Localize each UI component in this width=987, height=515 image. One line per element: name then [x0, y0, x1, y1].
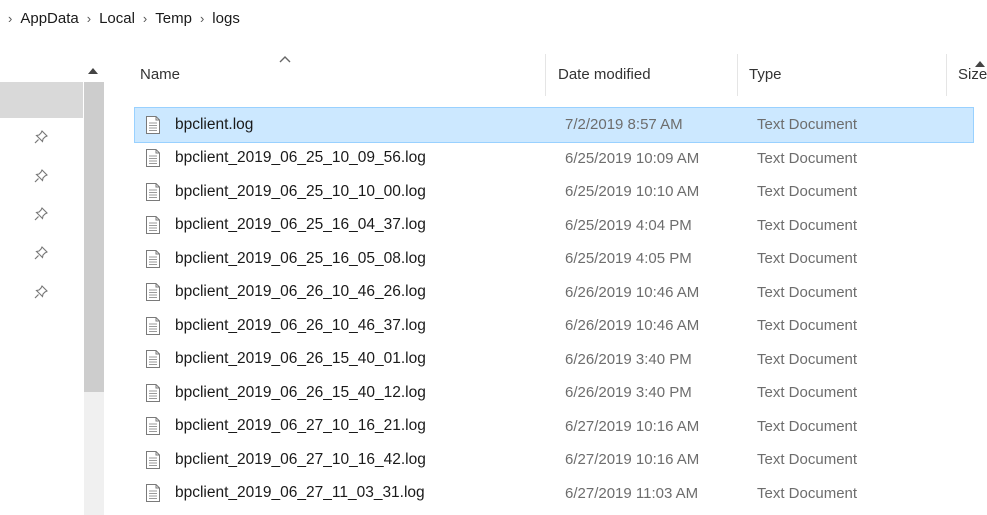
column-divider[interactable]: [545, 54, 546, 96]
nav-scrollbar[interactable]: [84, 82, 104, 515]
column-divider[interactable]: [946, 54, 947, 96]
text-document-icon: [146, 115, 160, 134]
column-header: Name Date modified Type Size: [130, 54, 987, 96]
scroll-up-arrow-icon[interactable]: [84, 62, 102, 80]
address-bar[interactable]: › AppData › Local › Temp › logs: [0, 0, 987, 36]
text-document-icon: [146, 450, 160, 469]
text-document-icon: [146, 249, 160, 268]
file-row[interactable]: bpclient_2019_06_26_15_40_12.log 6/26/201…: [135, 376, 973, 410]
file-name: bpclient_2019_06_25_16_04_37.log: [175, 216, 426, 234]
file-type: Text Document: [757, 384, 858, 402]
file-type: Text Document: [757, 149, 858, 167]
file-type: Text Document: [757, 183, 858, 201]
file-name: bpclient_2019_06_26_10_46_26.log: [175, 283, 426, 301]
breadcrumb: › AppData › Local › Temp › logs: [8, 0, 240, 36]
text-document-icon: [146, 283, 160, 302]
text-document-icon: [146, 216, 160, 235]
file-type: Text Document: [757, 116, 858, 134]
file-type: Text Document: [757, 216, 858, 234]
file-row[interactable]: bpclient_2019_06_25_16_05_08.log 6/25/201…: [135, 242, 973, 276]
pin-icon[interactable]: [33, 284, 49, 300]
column-divider[interactable]: [737, 54, 738, 96]
file-date-modified: 6/26/2019 10:46 AM: [565, 317, 700, 335]
file-date-modified: 6/25/2019 4:04 PM: [565, 216, 692, 234]
file-row[interactable]: bpclient_2019_06_26_10_46_26.log 6/26/201…: [135, 276, 973, 310]
file-row[interactable]: bpclient_2019_06_27_10_16_21.log 6/27/201…: [135, 410, 973, 444]
file-date-modified: 6/25/2019 10:10 AM: [565, 183, 700, 201]
column-type[interactable]: Type: [749, 66, 782, 83]
file-date-modified: 6/26/2019 3:40 PM: [565, 350, 692, 368]
breadcrumb-item-temp[interactable]: Temp: [155, 10, 192, 27]
pin-icon[interactable]: [33, 168, 49, 184]
chevron-right-icon[interactable]: ›: [87, 11, 91, 26]
pin-icon[interactable]: [33, 245, 49, 261]
file-date-modified: 6/26/2019 10:46 AM: [565, 283, 700, 301]
pin-icon[interactable]: [33, 206, 49, 222]
file-row[interactable]: bpclient_2019_06_26_10_46_37.log 6/26/201…: [135, 309, 973, 343]
text-document-icon: [146, 182, 160, 201]
file-list: bpclient.log 7/2/2019 8:57 AM Text Documen…: [134, 107, 974, 511]
file-row[interactable]: bpclient_2019_06_25_10_10_00.log 6/25/201…: [135, 175, 973, 209]
file-name: bpclient_2019_06_25_10_10_00.log: [175, 182, 426, 200]
file-date-modified: 6/25/2019 4:05 PM: [565, 250, 692, 268]
file-row[interactable]: bpclient_2019_06_25_16_04_37.log 6/25/201…: [135, 209, 973, 243]
file-date-modified: 6/27/2019 10:16 AM: [565, 417, 700, 435]
file-date-modified: 6/25/2019 10:09 AM: [565, 149, 700, 167]
nav-selected-item[interactable]: [0, 82, 83, 118]
file-row[interactable]: bpclient_2019_06_27_10_16_42.log 6/27/201…: [135, 443, 973, 477]
breadcrumb-item-local[interactable]: Local: [99, 10, 135, 27]
pin-icon[interactable]: [33, 129, 49, 145]
file-name: bpclient_2019_06_26_15_40_12.log: [175, 383, 426, 401]
text-document-icon: [146, 149, 160, 168]
breadcrumb-item-logs[interactable]: logs: [212, 10, 240, 27]
file-date-modified: 6/27/2019 10:16 AM: [565, 451, 700, 469]
file-name: bpclient_2019_06_27_10_16_21.log: [175, 417, 426, 435]
chevron-right-icon[interactable]: ›: [8, 11, 12, 26]
file-row[interactable]: bpclient.log 7/2/2019 8:57 AM Text Documen…: [134, 107, 974, 143]
file-type: Text Document: [757, 283, 858, 301]
file-date-modified: 7/2/2019 8:57 AM: [565, 116, 683, 134]
text-document-icon: [146, 350, 160, 369]
file-name: bpclient_2019_06_27_10_16_42.log: [175, 450, 426, 468]
file-name: bpclient_2019_06_27_11_03_31.log: [175, 484, 425, 502]
file-date-modified: 6/26/2019 3:40 PM: [565, 384, 692, 402]
scroll-up-arrow-icon[interactable]: [973, 56, 987, 72]
text-document-icon: [146, 316, 160, 335]
column-date-modified[interactable]: Date modified: [558, 66, 651, 83]
file-date-modified: 6/27/2019 11:03 AM: [565, 484, 699, 502]
text-document-icon: [146, 383, 160, 402]
file-type: Text Document: [757, 350, 858, 368]
file-type: Text Document: [757, 484, 858, 502]
file-name: bpclient_2019_06_26_15_40_01.log: [175, 350, 426, 368]
text-document-icon: [146, 417, 160, 436]
file-type: Text Document: [757, 451, 858, 469]
file-name: bpclient_2019_06_25_10_09_56.log: [175, 149, 426, 167]
file-row[interactable]: bpclient_2019_06_25_10_09_56.log 6/25/201…: [135, 142, 973, 176]
chevron-right-icon[interactable]: ›: [143, 11, 147, 26]
file-type: Text Document: [757, 317, 858, 335]
sort-ascending-icon: [279, 56, 291, 63]
chevron-right-icon[interactable]: ›: [200, 11, 204, 26]
file-row[interactable]: bpclient_2019_06_26_15_40_01.log 6/26/201…: [135, 343, 973, 377]
file-name: bpclient.log: [175, 115, 254, 133]
file-row[interactable]: bpclient_2019_06_27_11_03_31.log 6/27/201…: [135, 477, 973, 511]
column-name[interactable]: Name: [140, 66, 180, 83]
nav-scrollbar-thumb[interactable]: [84, 82, 104, 392]
text-document-icon: [146, 484, 160, 503]
file-name: bpclient_2019_06_26_10_46_37.log: [175, 316, 426, 334]
file-type: Text Document: [757, 417, 858, 435]
file-name: bpclient_2019_06_25_16_05_08.log: [175, 249, 426, 267]
breadcrumb-item-appdata[interactable]: AppData: [20, 10, 78, 27]
file-type: Text Document: [757, 250, 858, 268]
